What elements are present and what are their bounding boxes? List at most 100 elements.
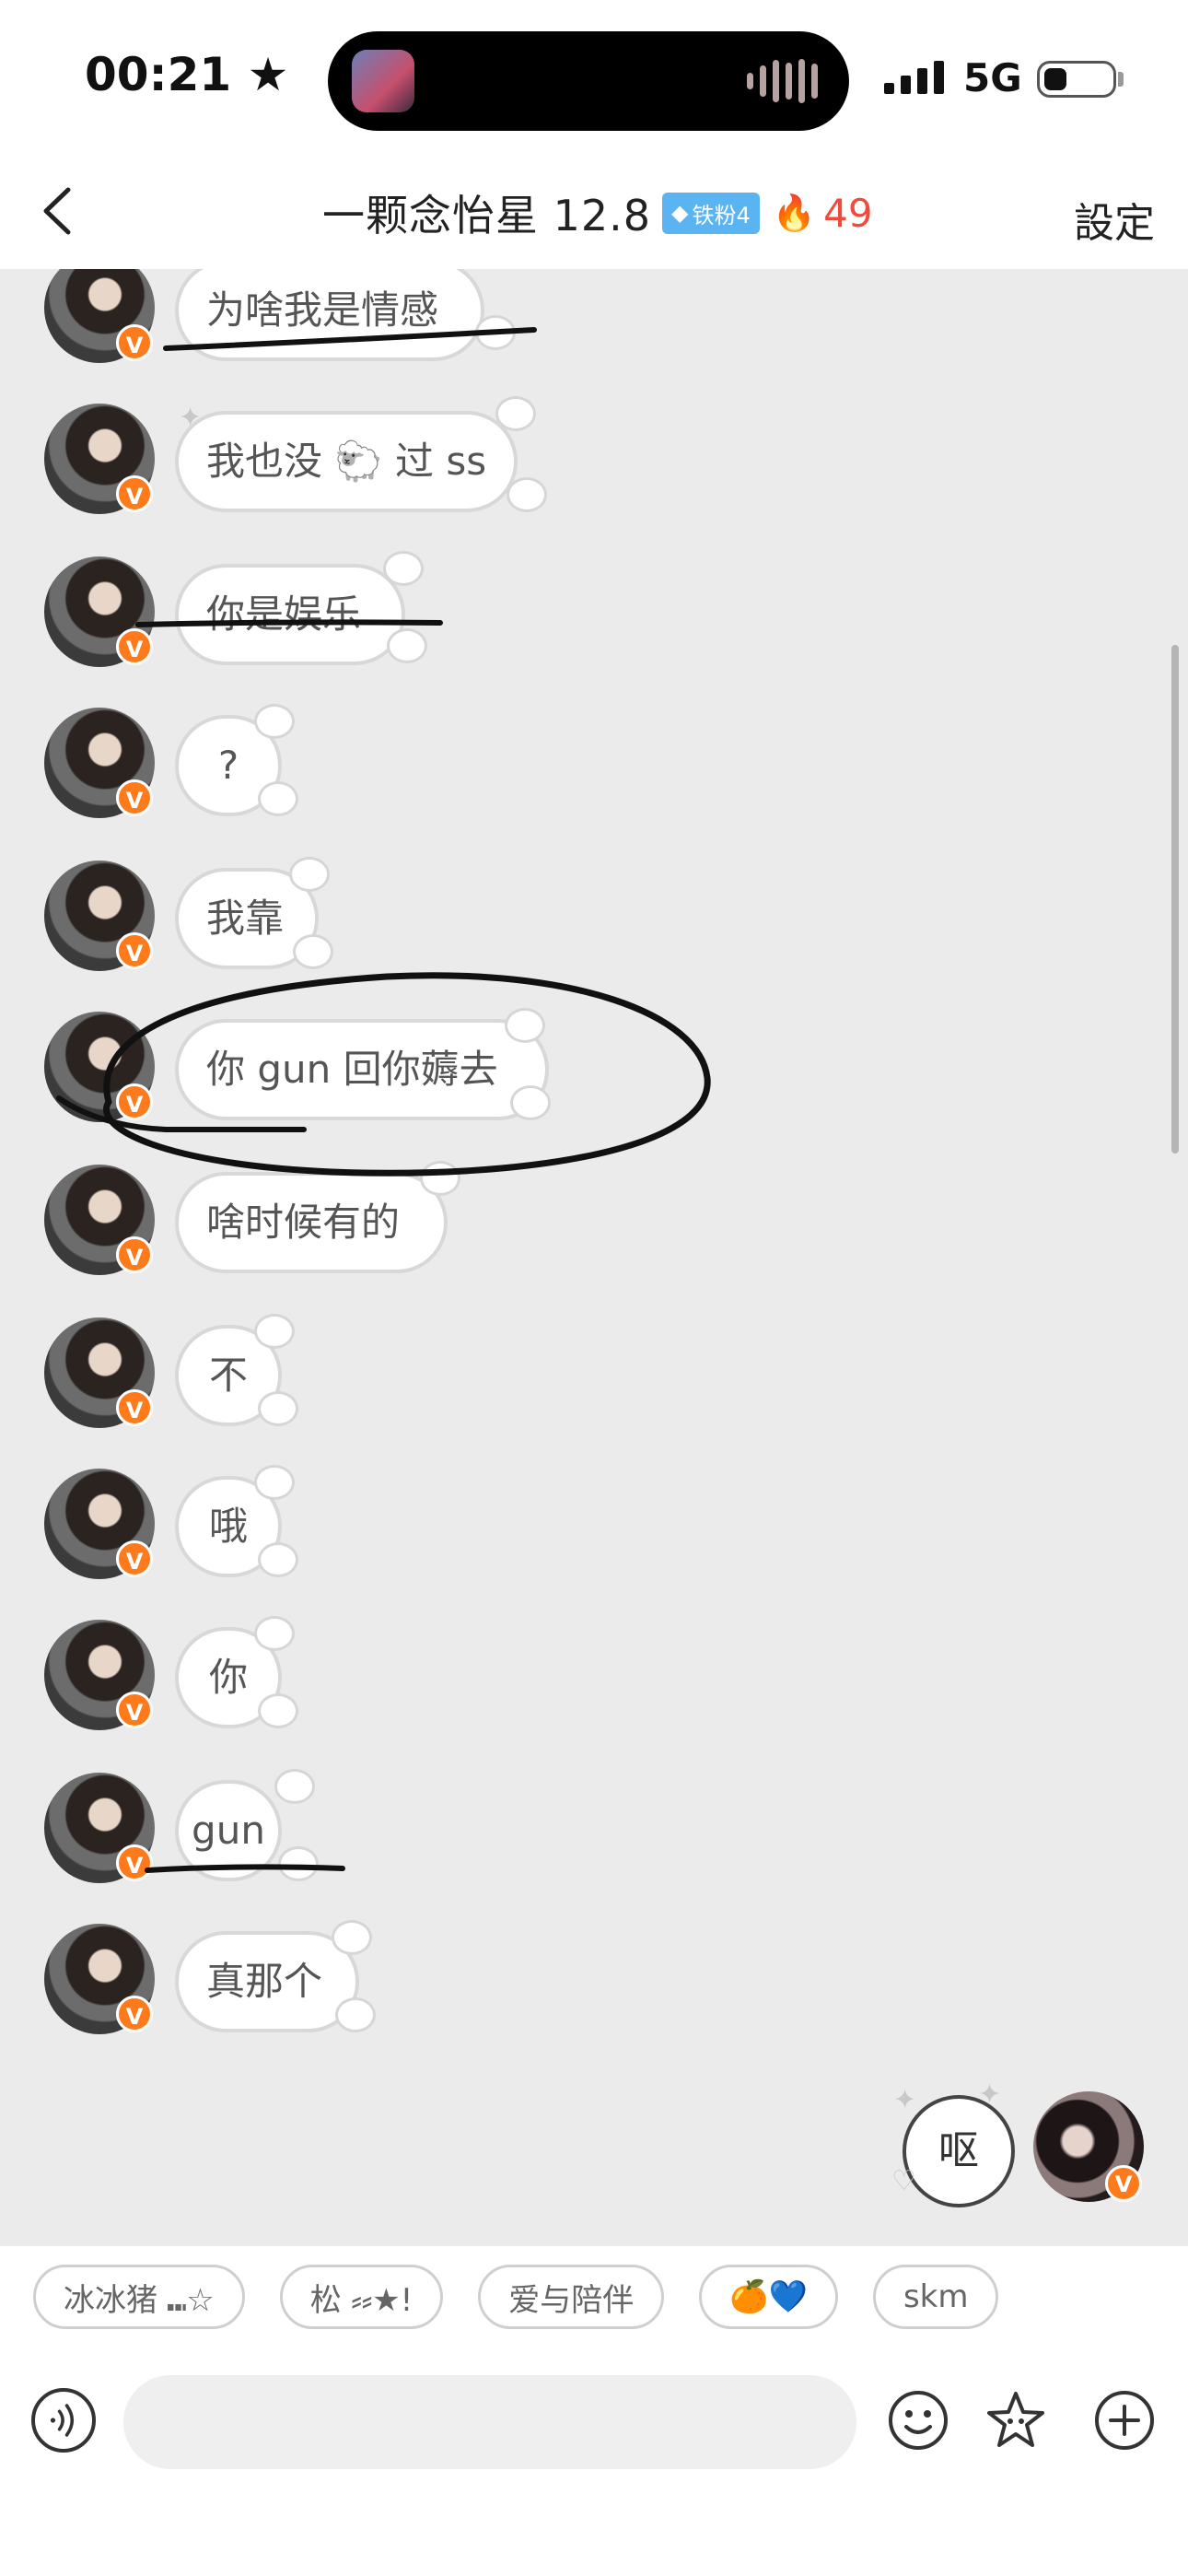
bubble-decoration-icon — [254, 1616, 295, 1651]
verified-badge-icon: V — [116, 1692, 153, 1728]
message-input[interactable] — [123, 2375, 856, 2469]
message-bubble[interactable]: 你是娱乐 — [175, 564, 405, 665]
bubble-decoration-icon — [278, 1846, 319, 1881]
bubble-decoration-icon — [289, 857, 330, 892]
message-bubble[interactable]: gun — [175, 1780, 282, 1881]
chat-header: 一颗念怡星 12.8 ◆ 铁粉4 🔥 49 設定 — [0, 157, 1188, 269]
bubble-decoration-icon — [420, 1161, 460, 1196]
streak-count: 49 — [823, 190, 873, 236]
verified-badge-icon: V — [116, 1540, 153, 1577]
message-text: 我靠 — [206, 896, 285, 941]
verified-badge-icon: V — [116, 324, 153, 361]
bubble-decoration-icon — [258, 1391, 298, 1426]
message-text: 我也没 — [206, 439, 323, 484]
message-text: 你是娱乐 — [206, 591, 362, 637]
bubble-decoration-icon — [495, 396, 536, 431]
message-text: 你 gun 回你薅去 — [206, 1047, 498, 1092]
sheep-emoji: 🐑 — [334, 439, 383, 484]
quick-reply-chip[interactable]: 🍊💙 — [699, 2265, 838, 2329]
bubble-decoration-icon — [254, 1465, 295, 1500]
message-bubble[interactable]: 为啥我是情感 — [175, 269, 484, 361]
settings-button[interactable]: 設定 — [1074, 190, 1155, 249]
status-time: 00:21 ★ — [85, 48, 288, 101]
verified-badge-icon: V — [116, 932, 153, 969]
plus-icon[interactable] — [1092, 2388, 1157, 2453]
scrollbar[interactable] — [1171, 645, 1179, 1153]
verified-badge-icon: V — [116, 1996, 153, 2032]
now-playing-app-icon — [352, 50, 414, 112]
fan-level-label: 铁粉4 — [692, 202, 751, 228]
message-text: 呕 — [938, 2127, 979, 2174]
message-text: 真那个 — [206, 1959, 323, 2004]
verified-badge-icon: V — [1105, 2165, 1142, 2202]
verified-badge-icon: V — [116, 1236, 153, 1273]
sparkle-icon: ✦ — [978, 2078, 1002, 2111]
audio-wave-icon — [747, 59, 818, 103]
fire-icon: 🔥 — [772, 192, 817, 233]
bubble-decoration-icon — [258, 781, 298, 816]
bubble-decoration-icon — [505, 1008, 545, 1043]
voice-icon[interactable] — [31, 2388, 96, 2453]
bubble-decoration-icon — [475, 315, 516, 350]
verified-badge-icon: V — [116, 628, 153, 665]
message-row: V 为啥我是情感 — [0, 269, 1188, 381]
diamond-icon: ◆ — [671, 200, 689, 226]
star-sticker-icon[interactable] — [984, 2388, 1048, 2453]
fan-level-badge: ◆ 铁粉4 — [662, 192, 760, 234]
back-icon[interactable] — [28, 179, 92, 243]
bubble-decoration-icon — [510, 1085, 551, 1120]
message-bubble[interactable]: 真那个 — [175, 1931, 359, 2032]
message-text-suffix: 过 ss — [395, 439, 487, 484]
bubble-decoration-icon — [507, 477, 547, 512]
bubble-decoration-icon — [258, 1542, 298, 1577]
verified-badge-icon: V — [116, 1844, 153, 1881]
network-type: 5G — [963, 55, 1022, 100]
contact-name: 一颗念怡星 12.8 — [322, 191, 652, 240]
message-text: 为啥我是情感 — [206, 287, 439, 333]
message-row: V 你 — [0, 1616, 1188, 1749]
status-bar: 00:21 ★ 5G — [0, 0, 1188, 157]
message-bubble[interactable]: 我也没 🐑 过 ss — [175, 411, 518, 512]
message-row: V 啥时候有的 — [0, 1161, 1188, 1294]
message-row: V 我也没 🐑 过 ss ✦ — [0, 396, 1188, 533]
verified-badge-icon: V — [116, 475, 153, 512]
quick-reply-chip[interactable]: skm — [872, 2265, 999, 2329]
message-text: ? — [217, 743, 239, 788]
message-text: 不 — [208, 1352, 248, 1398]
message-row: V ? — [0, 704, 1188, 837]
sparkle-icon: ✦ — [179, 402, 203, 434]
message-row: V 你是娱乐 — [0, 551, 1188, 685]
signal-icon — [884, 61, 944, 94]
message-row: V 真那个 — [0, 1920, 1188, 2053]
bubble-decoration-icon — [387, 628, 427, 663]
bubble-decoration-icon — [274, 1769, 315, 1804]
bubble-decoration-icon — [293, 934, 333, 969]
message-list[interactable]: V 为啥我是情感 V 我也没 🐑 过 ss ✦ V 你是娱乐 V ? V 我靠 — [0, 269, 1188, 2246]
quick-reply-chip[interactable]: 冰冰猪 ⑉☆ — [33, 2265, 245, 2329]
message-text: 啥时候有的 — [206, 1200, 401, 1245]
battery-icon — [1037, 61, 1116, 98]
composer: 冰冰猪 ⑉☆ 松 ⸗⸗★! 爱与陪伴 🍊💙 skm — [0, 2246, 1188, 2576]
message-row: V 哦 — [0, 1465, 1188, 1598]
quick-reply-chip[interactable]: 松 ⸗⸗★! — [279, 2265, 444, 2329]
verified-badge-icon: V — [116, 1083, 153, 1120]
heart-sparkle-icon: ♡ — [891, 2165, 916, 2197]
bubble-decoration-icon — [258, 1693, 298, 1728]
message-row: V 不 — [0, 1314, 1188, 1446]
emoji-icon[interactable] — [886, 2388, 950, 2453]
outgoing-message-bubble[interactable]: 呕 — [903, 2095, 1015, 2207]
dynamic-island[interactable] — [328, 31, 849, 131]
star-icon: ★ — [247, 48, 289, 101]
message-text: 你 — [208, 1655, 248, 1700]
message-text: gun — [192, 1808, 265, 1853]
quick-reply-chip[interactable]: 爱与陪伴 — [478, 2265, 665, 2329]
message-row: V gun — [0, 1769, 1188, 1902]
bubble-decoration-icon — [332, 1920, 372, 1955]
message-bubble[interactable]: 啥时候有的 — [175, 1172, 448, 1273]
message-text: 哦 — [208, 1504, 248, 1549]
chat-title[interactable]: 一颗念怡星 12.8 ◆ 铁粉4 🔥 49 — [322, 181, 873, 245]
bubble-decoration-icon — [254, 1314, 295, 1349]
verified-badge-icon: V — [116, 779, 153, 816]
message-bubble[interactable]: 你 gun 回你薅去 — [175, 1019, 549, 1120]
verified-badge-icon: V — [116, 1389, 153, 1426]
